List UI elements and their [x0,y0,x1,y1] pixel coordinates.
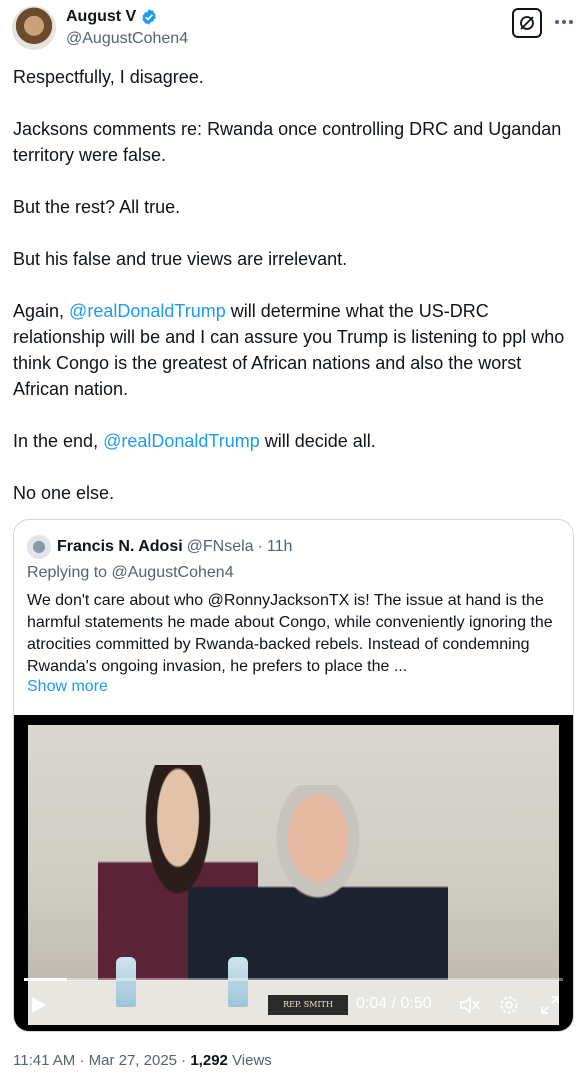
video-time: 0:04 / 0:50 [356,995,432,1012]
video-player[interactable]: REP. SMITH 0:04 / 0:50 [14,715,573,1031]
text-span: Again, [13,301,70,321]
tweet-paragraph: Jacksons comments re: Rwanda once contro… [13,119,562,165]
tweet-paragraph: But his false and true views are irrelev… [13,249,348,269]
replying-to: Replying to @AugustCohen4 [27,564,234,581]
tweet-paragraph: Again, @realDonaldTrump will determine w… [13,298,575,402]
mention-link[interactable]: @realDonaldTrump [103,431,260,451]
play-icon[interactable] [28,994,50,1016]
mention-link[interactable]: @realDonaldTrump [69,301,226,321]
tweet-paragraph: Respectfully, I disagree. [13,67,204,87]
tweet-paragraph: In the end, @realDonaldTrump will decide… [13,428,575,454]
nameplate: REP. SMITH [268,995,348,1015]
views-label: Views [232,1052,272,1069]
quoted-header: Francis N. Adosi @FNsela · 11h [27,535,292,559]
tweet-meta: 11:41 AM · Mar 27, 2025 · 1,292 Views [13,1052,272,1069]
video-progress-fill [24,978,68,981]
water-bottle [228,957,248,1007]
quoted-text: We don't care about who @RonnyJacksonTX … [27,592,553,675]
author-handle[interactable]: @AugustCohen4 [66,30,188,48]
views-count: 1,292 [190,1052,228,1069]
separator-dot: · [257,538,263,555]
more-horizontal-icon[interactable] [552,10,576,34]
tweet-paragraph: No one else. [13,483,115,503]
quoted-tweet[interactable]: Francis N. Adosi @FNsela · 11h Replying … [13,519,574,1032]
author-name-row: August V [66,8,158,26]
quoted-display-name[interactable]: Francis N. Adosi [57,538,183,556]
show-more-link[interactable]: Show more [27,678,108,696]
volume-icon[interactable] [458,993,482,1017]
quoted-avatar[interactable] [27,535,51,559]
text-span: will decide all. [259,431,376,451]
settings-gear-icon[interactable] [497,993,521,1017]
water-bottle [116,957,136,1007]
tweet-time[interactable]: 11:41 AM [13,1052,75,1069]
tweet-text: Respectfully, I disagree. Jacksons comme… [13,64,575,532]
text-span: In the end, [13,431,104,451]
verified-badge-icon[interactable] [140,8,158,26]
fullscreen-icon[interactable] [538,993,562,1017]
tweet-date[interactable]: Mar 27, 2025 [89,1052,177,1069]
author-display-name[interactable]: August V [66,8,136,26]
author-avatar[interactable] [12,6,56,50]
separator-dot: · [79,1052,85,1069]
tweet-paragraph: But the rest? All true. [13,197,181,217]
tweet-header: August V @AugustCohen4 [12,6,576,56]
separator-dot: · [181,1052,187,1069]
grok-icon[interactable] [512,8,542,38]
quoted-handle[interactable]: @FNsela [187,538,254,556]
quoted-time[interactable]: 11h [267,538,293,556]
video-progress-bar[interactable] [24,978,563,981]
